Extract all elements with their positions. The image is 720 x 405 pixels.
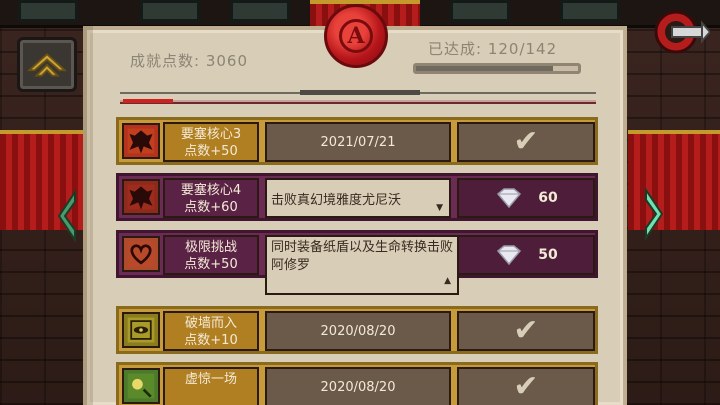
wax-seal-emblem: A bbox=[324, 4, 388, 68]
expand-caret-icon[interactable]: ▼ bbox=[436, 203, 443, 213]
reward-amount: 50 bbox=[538, 247, 558, 263]
checkmark-icon: ✔ bbox=[513, 124, 539, 159]
gem-reward: 60 bbox=[457, 178, 595, 218]
description-text: 击败真幻境雅度尤尼沃 bbox=[271, 192, 402, 208]
completed-check: ✔ bbox=[457, 122, 595, 162]
achievement-name: 要塞核心3 点数+50 bbox=[163, 122, 259, 162]
achievement-name: 破墙而入 点数+10 bbox=[163, 311, 259, 351]
reward-amount: 60 bbox=[538, 190, 558, 206]
completed-check: ✔ bbox=[457, 311, 595, 351]
wall-window bbox=[560, 0, 620, 22]
surprise-icon bbox=[122, 368, 160, 404]
category-underline bbox=[120, 99, 596, 104]
diamond-icon bbox=[497, 188, 522, 208]
achievement-name: 极限挑战 点数+50 bbox=[163, 235, 259, 275]
gem-reward: 50 bbox=[457, 235, 595, 275]
achieved-progress-bar bbox=[413, 63, 581, 74]
next-page-arrow-icon[interactable] bbox=[642, 188, 666, 240]
back-arrow-icon bbox=[654, 10, 712, 54]
achievement-row[interactable]: 虚惊一场 2020/08/20 ✔ bbox=[116, 362, 598, 405]
completed-check: ✔ bbox=[457, 367, 595, 405]
checkmark-icon: ✔ bbox=[513, 369, 539, 404]
checkmark-icon: ✔ bbox=[513, 313, 539, 348]
wall-window bbox=[450, 0, 510, 22]
achievement-row[interactable]: 要塞核心4 点数+60 击败真幻境雅度尤尼沃 ▼ 60 bbox=[116, 173, 598, 221]
previous-page-arrow-icon[interactable] bbox=[55, 190, 79, 242]
fortress-eagle-icon bbox=[122, 123, 160, 159]
achievement-description-popup[interactable]: 同时装备纸盾以及生命转换击败阿修罗 ▲ bbox=[265, 235, 459, 295]
achieved-count: 已达成: 120/142 bbox=[428, 40, 558, 58]
seal-letter: A bbox=[339, 19, 373, 53]
achievement-name: 虚惊一场 bbox=[163, 367, 259, 405]
back-button[interactable] bbox=[652, 6, 712, 58]
description-text: 同时装备纸盾以及生命转换击败阿修罗 bbox=[271, 240, 454, 273]
achievement-name: 要塞核心4 点数+60 bbox=[163, 178, 259, 218]
achieved-progress-fill bbox=[416, 66, 553, 71]
fortress-eagle-icon bbox=[122, 179, 160, 215]
achievement-score: 成就点数: 3060 bbox=[130, 52, 248, 70]
collapse-caret-icon[interactable]: ▲ bbox=[444, 272, 451, 290]
menu-button[interactable] bbox=[17, 37, 77, 92]
achievement-date: 2020/08/20 bbox=[265, 311, 451, 351]
panel-shadow bbox=[83, 26, 93, 405]
scroll-thumb[interactable] bbox=[300, 90, 420, 95]
achievement-row[interactable]: 要塞核心3 点数+50 2021/07/21 ✔ bbox=[116, 117, 598, 165]
wall-window bbox=[18, 0, 78, 22]
achievement-date: 2021/07/21 bbox=[265, 122, 451, 162]
wall-window bbox=[230, 0, 290, 22]
house-icon bbox=[26, 53, 68, 77]
ornate-heart-icon bbox=[122, 236, 160, 272]
achievement-date: 2020/08/20 bbox=[265, 367, 451, 405]
diamond-icon bbox=[497, 245, 522, 265]
eye-wall-icon bbox=[122, 312, 160, 348]
achievement-row[interactable]: 极限挑战 点数+50 同时装备纸盾以及生命转换击败阿修罗 ▲ 50 bbox=[116, 230, 598, 295]
achievement-row[interactable]: 破墙而入 点数+10 2020/08/20 ✔ bbox=[116, 306, 598, 354]
achievement-description[interactable]: 击败真幻境雅度尤尼沃 ▼ bbox=[265, 178, 451, 218]
wall-window bbox=[140, 0, 200, 22]
